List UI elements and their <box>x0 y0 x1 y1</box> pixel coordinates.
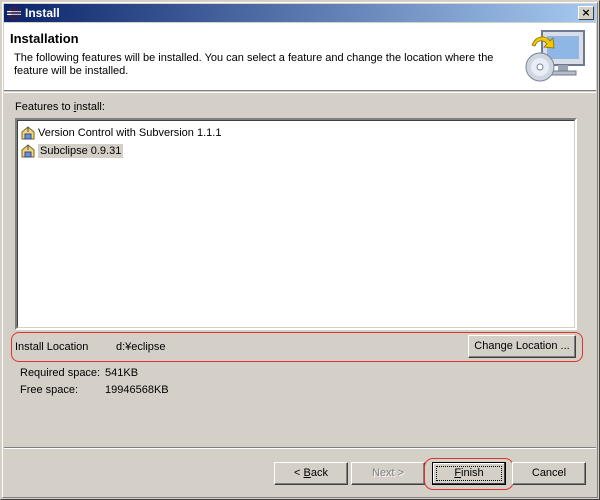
close-button[interactable]: × <box>578 6 594 20</box>
install-location-row: Install Location d:¥eclipse Change Locat… <box>11 332 583 362</box>
window-title: Install <box>25 6 60 20</box>
features-label: Features to install: <box>15 101 105 113</box>
banner-separator <box>4 92 596 93</box>
eclipse-icon <box>7 6 21 20</box>
required-space-value: 541KB <box>105 367 139 379</box>
required-space: Required space: 541KB <box>20 367 138 379</box>
install-location-value: d:¥eclipse <box>116 341 166 353</box>
page-description: The following features will be installed… <box>14 52 494 77</box>
free-space-label: Free space: <box>20 384 79 396</box>
required-space-label: Required space: <box>20 367 101 379</box>
feature-item-subversion[interactable]: Version Control with Subversion 1.1.1 <box>20 124 223 141</box>
feature-item-subclipse[interactable]: Subclipse 0.9.31 <box>20 142 125 159</box>
titlebar[interactable]: Install × <box>4 4 596 22</box>
install-dialog: Install × Installation The following fea… <box>0 0 600 500</box>
page-title: Installation <box>10 31 79 46</box>
cancel-button[interactable]: Cancel <box>512 462 586 485</box>
feature-item-label: Version Control with Subversion 1.1.1 <box>38 126 222 139</box>
finish-button[interactable]: Finish <box>432 462 506 485</box>
free-space-value: 19946568KB <box>105 384 169 396</box>
install-location-label: Install Location <box>15 341 89 353</box>
back-button[interactable]: < Back <box>274 462 348 485</box>
feature-item-label: Subclipse 0.9.31 <box>38 143 124 158</box>
focus-ring: Finish <box>436 466 502 481</box>
install-wizard-icon <box>525 30 585 82</box>
feature-list[interactable]: Version Control with Subversion 1.1.1 Su… <box>15 118 577 330</box>
wizard-banner: Installation The following features will… <box>4 23 596 91</box>
feature-plugin-icon <box>21 125 35 139</box>
free-space: Free space: 19946568KB <box>20 384 169 396</box>
change-location-button[interactable]: Change Location ... <box>468 335 576 358</box>
next-button[interactable]: Next > <box>351 462 425 485</box>
feature-plugin-icon <box>21 143 35 157</box>
